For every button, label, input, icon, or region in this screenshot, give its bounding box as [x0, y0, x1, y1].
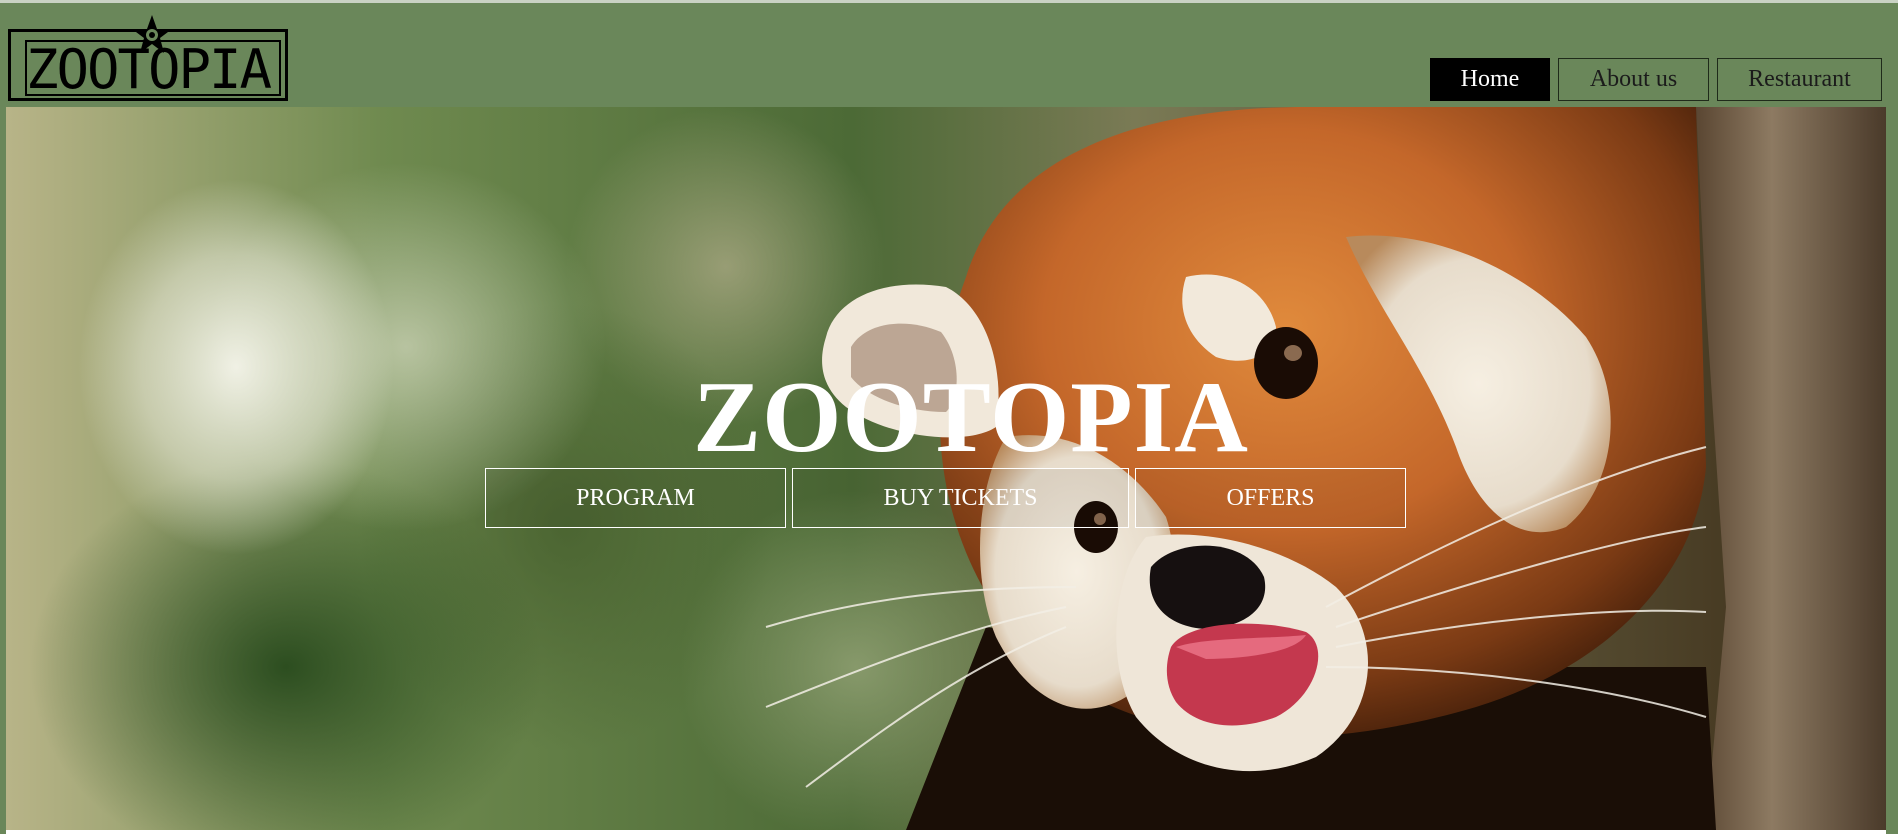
hero-title: ZOOTOPIA	[693, 361, 1249, 474]
right-page-edge	[1886, 107, 1898, 834]
main-nav: Home About us Restaurant	[1430, 58, 1882, 101]
nav-home[interactable]: Home	[1430, 58, 1550, 101]
nav-restaurant[interactable]: Restaurant	[1717, 58, 1882, 101]
program-button[interactable]: PROGRAM	[485, 468, 786, 528]
hero-section: ZOOTOPIA PROGRAM BUY TICKETS OFFERS	[6, 107, 1886, 830]
buy-tickets-button[interactable]: BUY TICKETS	[792, 468, 1129, 528]
offers-button[interactable]: OFFERS	[1135, 468, 1406, 528]
nav-about-us[interactable]: About us	[1558, 58, 1709, 101]
page: ZOOTOPIA Home About us Restaurant ZOOTOP…	[0, 0, 1898, 834]
site-header: ZOOTOPIA Home About us Restaurant	[0, 0, 1898, 107]
site-logo[interactable]: ZOOTOPIA	[8, 13, 290, 103]
logo-text: ZOOTOPIA	[25, 38, 272, 101]
